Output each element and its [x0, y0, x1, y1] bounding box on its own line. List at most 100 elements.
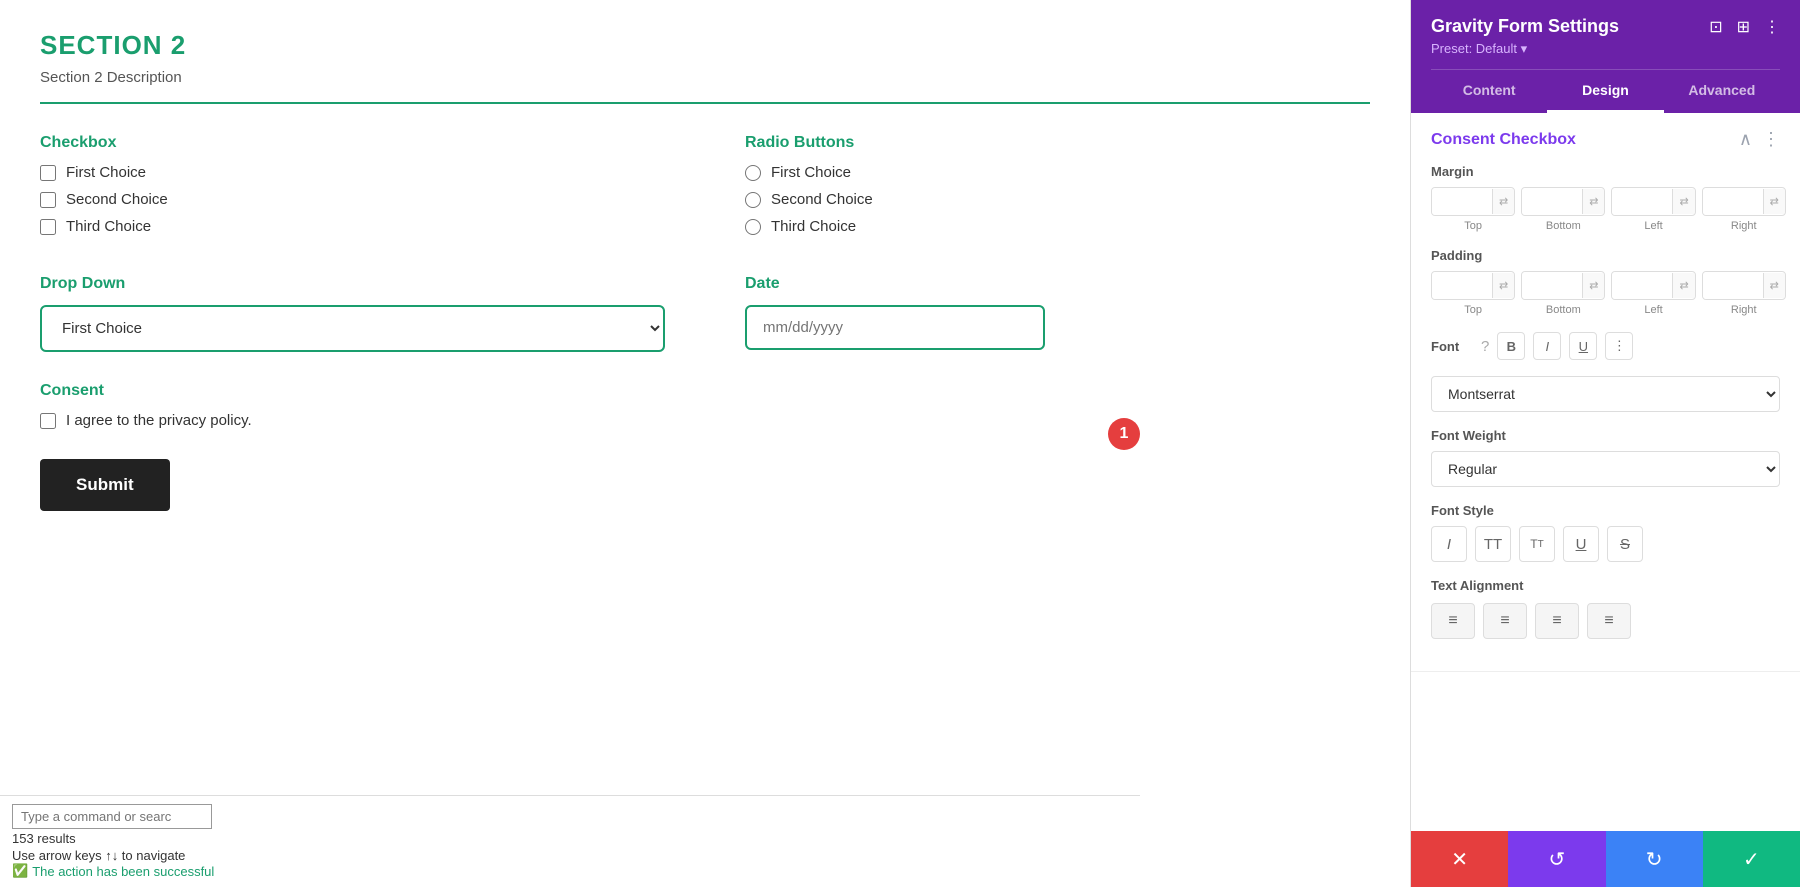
padding-bottom-label: Bottom [1546, 304, 1581, 316]
checkbox-input-3[interactable] [40, 219, 56, 235]
panel-tabs: Content Design Advanced [1431, 69, 1780, 113]
padding-top-input[interactable]: 8px [1432, 272, 1492, 299]
step-badge: 1 [1108, 418, 1140, 450]
margin-left-link-icon[interactable]: ⇄ [1672, 189, 1694, 214]
dropdown-select[interactable]: First Choice Second Choice Third Choice [40, 305, 665, 352]
font-row: Font ? B I U ⋮ [1431, 332, 1780, 360]
align-left-button[interactable]: ≡ [1431, 603, 1475, 639]
cancel-button[interactable]: ✕ [1411, 831, 1508, 887]
date-input[interactable] [745, 305, 1045, 350]
font-more-icon[interactable]: ⋮ [1605, 332, 1633, 360]
radio-input-1[interactable] [745, 165, 761, 181]
font-weight-select[interactable]: Regular Bold Light [1431, 451, 1780, 487]
align-right-button[interactable]: ≡ [1535, 603, 1579, 639]
padding-inputs: 8px ⇄ Top 8px ⇄ Bottom 0 [1431, 271, 1780, 316]
align-buttons: ≡ ≡ ≡ ≡ [1431, 603, 1780, 639]
small-caps-button[interactable]: TT [1519, 526, 1555, 562]
command-search-input[interactable] [12, 804, 212, 829]
dropdown-field: Drop Down First Choice Second Choice Thi… [40, 275, 665, 352]
padding-left-input[interactable]: 0 [1612, 272, 1672, 299]
italic-button[interactable]: I [1431, 526, 1467, 562]
panel-header: Gravity Form Settings ⊡ ⊞ ⋮ Preset: Defa… [1411, 0, 1800, 113]
expand-icon[interactable]: ⊡ [1709, 17, 1722, 37]
align-center-button[interactable]: ≡ [1483, 603, 1527, 639]
padding-top-link-icon[interactable]: ⇄ [1492, 273, 1514, 298]
margin-bottom-link-icon[interactable]: ⇄ [1582, 189, 1604, 214]
font-weight-label: Font Weight [1431, 428, 1780, 443]
nav-hint: Use arrow keys ↑↓ to navigate [12, 848, 1128, 863]
panel-content: Consent Checkbox ∧ ⋮ Margin 0 ⇄ Top [1411, 113, 1800, 831]
strikethrough-button[interactable]: S [1607, 526, 1643, 562]
consent-checkbox-text: I agree to the privacy policy. [66, 412, 252, 429]
padding-bottom-group: 8px ⇄ Bottom [1521, 271, 1605, 316]
margin-bottom-input[interactable]: 0 [1522, 188, 1582, 215]
consent-checkbox-input[interactable] [40, 413, 56, 429]
margin-inputs: 0 ⇄ Top 0 ⇄ Bottom 0 [1431, 187, 1780, 232]
preset-label[interactable]: Preset: Default ▾ [1431, 41, 1780, 57]
radio-label-3: Third Choice [771, 218, 856, 235]
more-icon[interactable]: ⋮ [1764, 17, 1780, 37]
font-select[interactable]: Montserrat [1431, 376, 1780, 412]
margin-label: Margin [1431, 164, 1780, 179]
checkbox-input-1[interactable] [40, 165, 56, 181]
margin-left-input[interactable]: 0 [1612, 188, 1672, 215]
align-justify-button[interactable]: ≡ [1587, 603, 1631, 639]
text-alignment-row: Text Alignment ≡ ≡ ≡ ≡ [1431, 578, 1780, 639]
font-label: Font [1431, 339, 1471, 354]
panel-footer: ✕ ↺ ↻ ✓ [1411, 831, 1800, 887]
margin-left-label: Left [1644, 220, 1662, 232]
caps-button[interactable]: TT [1475, 526, 1511, 562]
font-select-row: Montserrat [1431, 376, 1780, 412]
margin-top-group: 0 ⇄ Top [1431, 187, 1515, 232]
checkbox-item-2: Second Choice [40, 191, 665, 208]
font-question-icon[interactable]: ? [1481, 338, 1489, 355]
checkbox-label: Checkbox [40, 134, 665, 152]
save-button[interactable]: ✓ [1703, 831, 1800, 887]
check-icon: ✅ [12, 863, 28, 879]
checkbox-input-2[interactable] [40, 192, 56, 208]
padding-right-label: Right [1731, 304, 1757, 316]
radio-label-2: Second Choice [771, 191, 873, 208]
section-title: SECTION 2 [40, 30, 1370, 61]
consent-checkbox-item: I agree to the privacy policy. [40, 412, 1370, 429]
tab-content[interactable]: Content [1431, 70, 1547, 113]
consent-checkbox-section: Consent Checkbox ∧ ⋮ Margin 0 ⇄ Top [1411, 113, 1800, 672]
tab-design[interactable]: Design [1547, 70, 1663, 113]
padding-bottom-input[interactable]: 8px [1522, 272, 1582, 299]
more-options-icon[interactable]: ⋮ [1762, 129, 1780, 150]
submit-button[interactable]: Submit [40, 459, 170, 511]
margin-top-input[interactable]: 0 [1432, 188, 1492, 215]
margin-right-group: 0 ⇄ Right [1702, 187, 1786, 232]
panel-header-icons: ⊡ ⊞ ⋮ [1709, 17, 1780, 37]
reset-button[interactable]: ↺ [1508, 831, 1605, 887]
radio-input-2[interactable] [745, 192, 761, 208]
padding-left-link-icon[interactable]: ⇄ [1672, 273, 1694, 298]
tab-advanced[interactable]: Advanced [1664, 70, 1780, 113]
font-italic-icon[interactable]: I [1533, 332, 1561, 360]
radio-input-3[interactable] [745, 219, 761, 235]
checkbox-item-1: First Choice [40, 164, 665, 181]
date-field: Date [745, 275, 1370, 352]
font-underline-icon[interactable]: U [1569, 332, 1597, 360]
right-panel: Gravity Form Settings ⊡ ⊞ ⋮ Preset: Defa… [1410, 0, 1800, 887]
consent-section: Consent I agree to the privacy policy. [40, 382, 1370, 429]
underline-button[interactable]: U [1563, 526, 1599, 562]
font-style-label: Font Style [1431, 503, 1780, 518]
radio-item-3: Third Choice [745, 218, 1370, 235]
consent-label: Consent [40, 382, 1370, 400]
padding-bottom-link-icon[interactable]: ⇄ [1582, 273, 1604, 298]
radio-label: Radio Buttons [745, 134, 1370, 152]
refresh-button[interactable]: ↻ [1606, 831, 1703, 887]
layout-icon[interactable]: ⊞ [1737, 17, 1750, 37]
margin-right-link-icon[interactable]: ⇄ [1763, 189, 1785, 214]
padding-right-input[interactable]: 0 [1703, 272, 1763, 299]
collapse-icon[interactable]: ∧ [1739, 129, 1752, 150]
panel-title: Gravity Form Settings [1431, 16, 1619, 37]
font-bold-icon[interactable]: B [1497, 332, 1525, 360]
padding-top-group: 8px ⇄ Top [1431, 271, 1515, 316]
padding-left-group: 0 ⇄ Left [1611, 271, 1695, 316]
padding-right-link-icon[interactable]: ⇄ [1763, 273, 1785, 298]
margin-top-link-icon[interactable]: ⇄ [1492, 189, 1514, 214]
padding-row: Padding 8px ⇄ Top 8px ⇄ Bo [1431, 248, 1780, 316]
margin-right-input[interactable]: 0 [1703, 188, 1763, 215]
